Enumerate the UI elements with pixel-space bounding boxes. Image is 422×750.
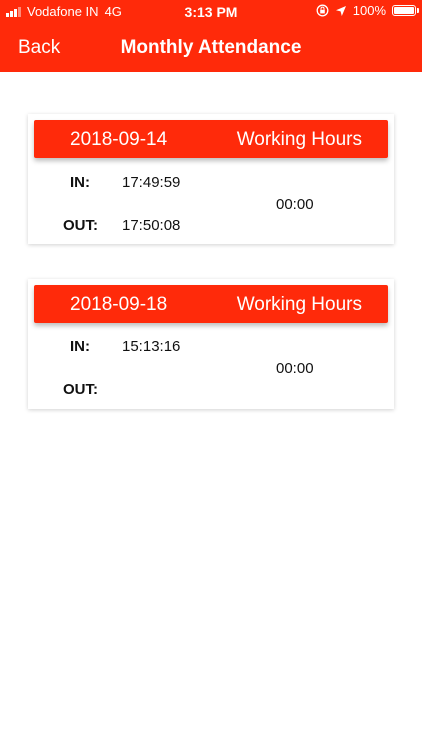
- app-header: Vodafone IN 4G 3:13 PM 100% Back Monthly…: [0, 0, 422, 72]
- attendance-card: 2018-09-14 Working Hours IN: 17:49:59 OU…: [28, 114, 394, 244]
- in-time: 17:49:59: [122, 174, 181, 191]
- battery-percent: 100%: [352, 3, 386, 18]
- attendance-card-header: 2018-09-18 Working Hours: [34, 285, 388, 323]
- in-label: IN:: [70, 338, 90, 355]
- working-hours-value: 00:00: [276, 196, 314, 213]
- out-time: 17:50:08: [122, 217, 181, 234]
- page-title: Monthly Attendance: [120, 37, 302, 58]
- working-hours-label: Working Hours: [236, 129, 362, 150]
- working-hours-value: 00:00: [276, 360, 314, 377]
- location-arrow-icon: [335, 5, 346, 16]
- out-label: OUT:: [63, 381, 98, 398]
- out-label: OUT:: [63, 217, 98, 234]
- rotation-lock-icon: [316, 4, 329, 17]
- attendance-card: 2018-09-18 Working Hours IN: 15:13:16 OU…: [28, 279, 394, 409]
- status-right: 100%: [316, 3, 419, 18]
- attendance-date: 2018-09-14: [70, 129, 168, 150]
- battery-level: [394, 7, 414, 14]
- in-time: 15:13:16: [122, 338, 181, 355]
- attendance-card-header: 2018-09-14 Working Hours: [34, 120, 388, 158]
- attendance-date: 2018-09-18: [70, 294, 168, 315]
- status-bar: Vodafone IN 4G 3:13 PM 100%: [0, 0, 422, 24]
- battery-icon: [392, 5, 419, 16]
- working-hours-label: Working Hours: [236, 294, 362, 315]
- in-label: IN:: [70, 174, 90, 191]
